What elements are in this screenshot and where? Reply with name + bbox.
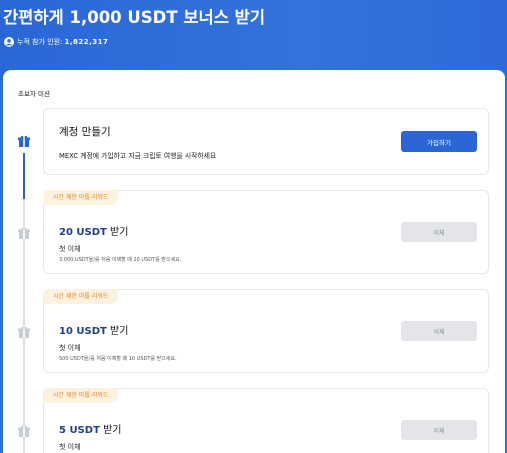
reward-hint: 3,000 USDT을/를 처음 이체할 때 20 USDT를 받으세요. <box>59 257 182 263</box>
reward-title: 20 USDT 받기 <box>59 223 128 238</box>
page-title: 간편하게 1,000 USDT 보너스 받기 <box>3 8 266 27</box>
limited-reward-tag: 시간 제한 마틀 리워드 <box>43 289 119 304</box>
gift-icon <box>18 227 30 239</box>
gift-icon <box>18 425 30 437</box>
reward-amount: 10 USDT <box>59 326 107 337</box>
mission-panel: 초보자 미션 계정 만들기 MEXC 계정에 가입하고 지금 크립토 여행을 시… <box>3 70 505 453</box>
transfer-button[interactable]: 이체 <box>401 321 477 341</box>
limited-reward-tag: 시간 제한 마틀 리워드 <box>43 190 119 205</box>
participants-counter: 누적 참가 인원: 1,822,317 <box>4 37 108 47</box>
reward-amount: 5 USDT <box>59 425 100 436</box>
reward-hint: 500 USDT을/를 처음 이체할 때 10 USDT를 받으세요. <box>59 356 177 362</box>
reward-title: 5 USDT 받기 <box>59 421 121 436</box>
reward-subtitle: 첫 이체 <box>59 443 81 451</box>
user-icon <box>4 37 14 47</box>
hero-banner: 간편하게 1,000 USDT 보너스 받기 누적 참가 인원: 1,822,3… <box>0 0 507 80</box>
mission-card-reward-20: 시간 제한 마틀 리워드 20 USDT 받기 첫 이체 3,000 USDT을… <box>43 190 489 274</box>
transfer-button[interactable]: 이체 <box>401 222 477 242</box>
gift-icon <box>18 326 30 338</box>
reward-suffix: 받기 <box>106 227 129 238</box>
participants-label: 누적 참가 인원: <box>17 38 63 46</box>
participants-count: 1,822,317 <box>64 38 109 46</box>
reward-subtitle: 첫 이체 <box>59 245 81 253</box>
signup-button[interactable]: 가입하기 <box>401 131 477 152</box>
transfer-button[interactable]: 이체 <box>401 420 477 440</box>
reward-suffix: 받기 <box>106 326 129 337</box>
mission-card-reward-10: 시간 제한 마틀 리워드 10 USDT 받기 첫 이체 500 USDT을/를… <box>43 289 489 373</box>
reward-title: 10 USDT 받기 <box>59 322 128 337</box>
reward-suffix: 받기 <box>99 425 122 436</box>
reward-amount: 20 USDT <box>59 227 107 238</box>
mission-card-reward-5: 시간 제한 마틀 리워드 5 USDT 받기 첫 이체 이체 <box>43 388 489 453</box>
mission-title: 계정 만들기 <box>59 126 111 138</box>
timeline-progress <box>23 153 25 199</box>
reward-subtitle: 첫 이체 <box>59 344 81 352</box>
section-title: 초보자 미션 <box>18 90 50 98</box>
mission-description: MEXC 계정에 가입하고 지금 크립토 여행을 시작하세요 <box>59 152 217 160</box>
limited-reward-tag: 시간 제한 마틀 리워드 <box>43 388 119 403</box>
mission-card-create-account: 계정 만들기 MEXC 계정에 가입하고 지금 크립토 여행을 시작하세요 가입… <box>43 108 489 175</box>
gift-icon <box>18 135 30 147</box>
